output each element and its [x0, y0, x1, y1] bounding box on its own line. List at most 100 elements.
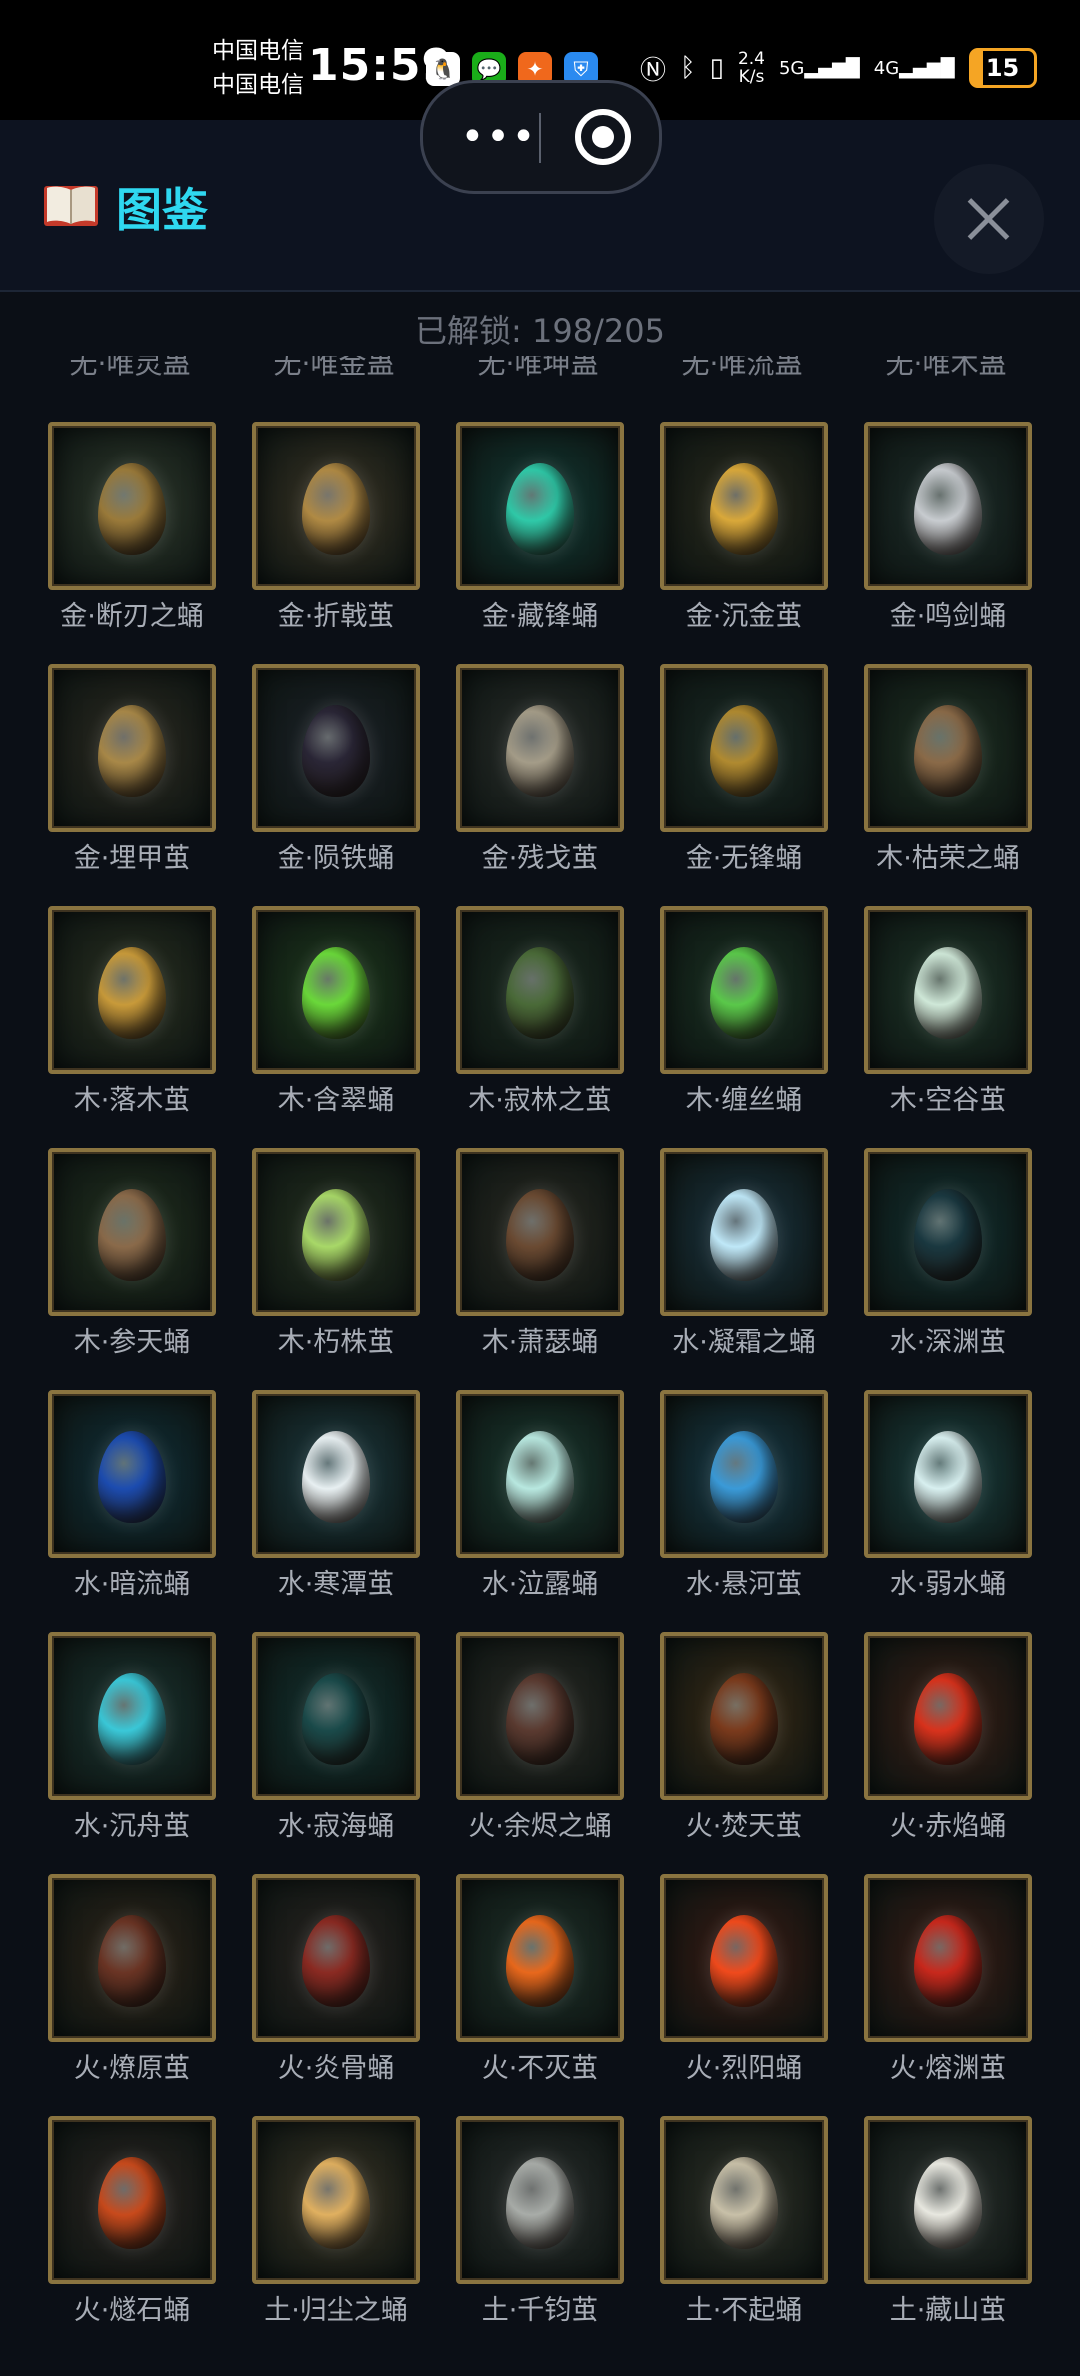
item-thumbnail[interactable]	[660, 2116, 828, 2284]
collection-item[interactable]: 火·炎骨蛹	[252, 1874, 420, 2116]
item-thumbnail[interactable]	[456, 1632, 624, 1800]
more-menu-button[interactable]: •••	[459, 117, 539, 157]
collection-item[interactable]: 金·折戟茧	[252, 422, 420, 664]
item-label: 金·藏锋蛹	[481, 601, 599, 632]
item-thumbnail[interactable]	[456, 1874, 624, 2042]
item-thumbnail[interactable]	[252, 1874, 420, 2042]
collection-item[interactable]: 土·不起蛹	[660, 2116, 828, 2358]
item-label: 火·余烬之蛹	[468, 1811, 612, 1842]
collection-item[interactable]: 水·寒潭茧	[252, 1390, 420, 1632]
collection-item[interactable]: 金·藏锋蛹	[456, 422, 624, 664]
item-thumbnail[interactable]	[456, 906, 624, 1074]
collection-item[interactable]: 水·暗流蛹	[48, 1390, 216, 1632]
item-thumbnail[interactable]	[48, 1390, 216, 1558]
collection-item[interactable]: 木·参天蛹	[48, 1148, 216, 1390]
close-button[interactable]	[934, 164, 1044, 274]
collection-item[interactable]: 水·沉舟茧	[48, 1632, 216, 1874]
item-thumbnail[interactable]	[864, 1874, 1032, 2042]
collection-item[interactable]: 金·鸣剑蛹	[864, 422, 1032, 664]
item-thumbnail[interactable]	[48, 1874, 216, 2042]
collection-item[interactable]: 水·凝霜之蛹	[660, 1148, 828, 1390]
collection-item[interactable]: 火·烈阳蛹	[660, 1874, 828, 2116]
collection-item[interactable]: 火·焚天茧	[660, 1632, 828, 1874]
collection-item[interactable]: 火·熔渊茧	[864, 1874, 1032, 2116]
collection-item[interactable]: 木·含翠蛹	[252, 906, 420, 1148]
item-thumbnail[interactable]	[864, 2116, 1032, 2284]
collection-item[interactable]: 木·萧瑟蛹	[456, 1148, 624, 1390]
collection-item[interactable]: 木·空谷茧	[864, 906, 1032, 1148]
collection-item[interactable]: 金·断刃之蛹	[48, 422, 216, 664]
collection-item[interactable]: 木·落木茧	[48, 906, 216, 1148]
page-title: 图鉴	[116, 183, 208, 237]
item-thumbnail[interactable]	[48, 1632, 216, 1800]
item-label: 金·埋甲茧	[73, 843, 191, 874]
item-thumbnail[interactable]	[864, 1390, 1032, 1558]
item-thumbnail[interactable]	[48, 1148, 216, 1316]
collection-item[interactable]: 金·残戈茧	[456, 664, 624, 906]
item-thumbnail[interactable]	[252, 1390, 420, 1558]
item-thumbnail[interactable]	[864, 422, 1032, 590]
item-thumbnail[interactable]	[864, 906, 1032, 1074]
collection-item[interactable]: 火·燎原茧	[48, 1874, 216, 2116]
item-thumbnail[interactable]	[456, 1148, 624, 1316]
item-thumbnail[interactable]	[660, 664, 828, 832]
item-thumbnail[interactable]	[864, 1148, 1032, 1316]
item-thumbnail[interactable]	[660, 422, 828, 590]
item-thumbnail[interactable]	[48, 2116, 216, 2284]
item-thumbnail[interactable]	[252, 664, 420, 832]
collection-item[interactable]: 水·泣露蛹	[456, 1390, 624, 1632]
cocoon-icon	[98, 1673, 166, 1766]
collection-item[interactable]: 木·枯荣之蛹	[864, 664, 1032, 906]
cocoon-icon	[914, 947, 982, 1040]
item-thumbnail[interactable]	[456, 2116, 624, 2284]
collection-item[interactable]: 金·沉金茧	[660, 422, 828, 664]
item-thumbnail[interactable]	[456, 1390, 624, 1558]
item-thumbnail[interactable]	[456, 422, 624, 590]
item-thumbnail[interactable]	[48, 906, 216, 1074]
collection-item[interactable]: 木·朽株茧	[252, 1148, 420, 1390]
collection-item[interactable]: 木·缠丝蛹	[660, 906, 828, 1148]
collection-item[interactable]: 金·无锋蛹	[660, 664, 828, 906]
collection-item[interactable]: 土·归尘之蛹	[252, 2116, 420, 2358]
item-thumbnail[interactable]	[252, 906, 420, 1074]
item-thumbnail[interactable]	[864, 1632, 1032, 1800]
item-thumbnail[interactable]	[252, 422, 420, 590]
item-thumbnail[interactable]	[660, 1148, 828, 1316]
item-thumbnail[interactable]	[864, 664, 1032, 832]
collection-item[interactable]: 火·赤焰蛹	[864, 1632, 1032, 1874]
item-thumbnail[interactable]	[660, 1874, 828, 2042]
item-thumbnail[interactable]	[456, 664, 624, 832]
item-thumbnail[interactable]	[252, 1632, 420, 1800]
battery-icon: 15	[968, 48, 1037, 88]
collection-item[interactable]: 水·悬河茧	[660, 1390, 828, 1632]
collection-item[interactable]: 土·藏山茧	[864, 2116, 1032, 2358]
collection-item[interactable]: 火·不灭茧	[456, 1874, 624, 2116]
collection-item[interactable]: 金·陨铁蛹	[252, 664, 420, 906]
collection-item[interactable]: 水·深渊茧	[864, 1148, 1032, 1390]
item-label: 水·寒潭茧	[277, 1569, 395, 1600]
item-thumbnail[interactable]	[660, 1632, 828, 1800]
carrier-info: 中国电信 中国电信	[212, 34, 304, 102]
item-thumbnail[interactable]	[252, 2116, 420, 2284]
item-thumbnail[interactable]	[48, 664, 216, 832]
item-label: 木·空谷茧	[889, 1085, 1007, 1116]
collection-item[interactable]: 金·埋甲茧	[48, 664, 216, 906]
collection-item[interactable]: 火·余烬之蛹	[456, 1632, 624, 1874]
item-label: 木·缠丝蛹	[685, 1085, 803, 1116]
item-label: 木·寂林之茧	[468, 1085, 612, 1116]
carrier-2: 中国电信	[212, 72, 304, 98]
item-thumbnail[interactable]	[660, 906, 828, 1074]
exit-miniprogram-button[interactable]	[575, 109, 631, 165]
collection-item[interactable]: 水·弱水蛹	[864, 1390, 1032, 1632]
item-label: 火·烈阳蛹	[685, 2053, 803, 2084]
collection-scroll[interactable]: 无·唯灵蛊 无·唯金蛊 无·唯坤蛊 无·唯流蛊 无·唯木蛊 金·断刃之蛹 金·折戟…	[0, 356, 1080, 2376]
signal-4g: 4G▂▄▆█	[873, 57, 955, 79]
collection-item[interactable]: 火·燧石蛹	[48, 2116, 216, 2358]
collection-item[interactable]: 木·寂林之茧	[456, 906, 624, 1148]
item-thumbnail[interactable]	[660, 1390, 828, 1558]
collection-item[interactable]: 水·寂海蛹	[252, 1632, 420, 1874]
item-thumbnail[interactable]	[252, 1148, 420, 1316]
item-label: 水·沉舟茧	[73, 1811, 191, 1842]
item-thumbnail[interactable]	[48, 422, 216, 590]
collection-item[interactable]: 土·千钧茧	[456, 2116, 624, 2358]
